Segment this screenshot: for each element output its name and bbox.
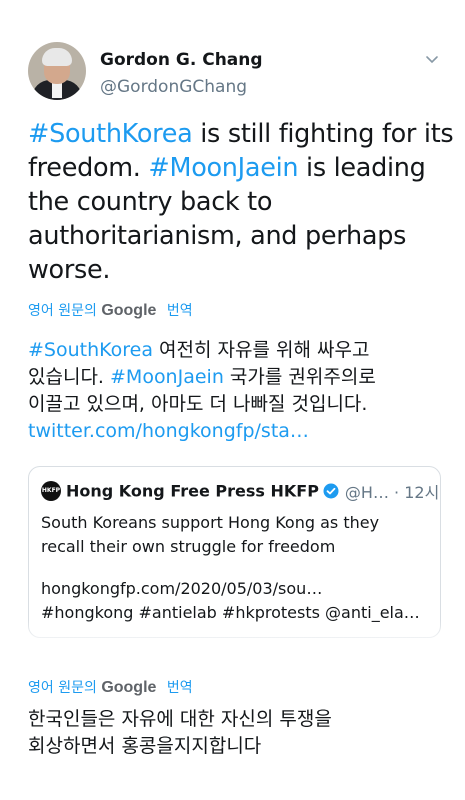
fade-overlay [0,620,465,650]
quoted-text-line: recall their own struggle for freedom [41,537,336,556]
author-handle[interactable]: @GordonGChang [100,77,247,97]
quoted-link[interactable]: hongkongfp.com/2020/05/03/sou… [41,577,436,601]
text-line: #SouthKorea is still fighting for its [28,117,454,151]
translation-attribution[interactable]: 영어 원문의 Google 번역 [28,300,193,320]
quoted-tweet-card[interactable]: HKFP Hong Kong Free Press HKFP @H… · 12시 S… [28,466,441,638]
hashtag-link[interactable]: #MoonJaein [110,366,224,388]
hashtag-link[interactable]: #MoonJaein [148,153,298,183]
text-segment: 여전히 자유를 위해 싸우고 [153,339,370,361]
text-segment: 국가를 권위주의로 [223,366,376,388]
text-segment: the country back to [28,187,273,217]
translated-tweet-text: #SouthKorea 여전히 자유를 위해 싸우고 있습니다. #MoonJae… [28,337,448,445]
chevron-down-icon[interactable] [424,54,440,66]
text-segment: is leading [298,153,426,183]
translation-suffix: 번역 [166,680,193,696]
translation-prefix: 영어 원문의 [28,303,97,319]
hashtag-link[interactable]: #SouthKorea [28,119,193,149]
text-line: freedom. #MoonJaein is leading [28,151,448,185]
hashtag-link[interactable]: #SouthKorea [28,339,153,361]
author-name[interactable]: Gordon G. Chang [100,50,263,70]
google-logo: Google [101,679,157,696]
text-segment: 있습니다. [28,366,110,388]
text-segment: 이끌고 있으며, 아마도 더 나빠질 것입니다. [28,393,368,415]
text-segment: worse. [28,255,111,285]
quoted-translated-line: 회상하면서 홍콩을지지합니다 [28,735,262,757]
text-line: the country back to [28,185,448,219]
text-line: #SouthKorea 여전히 자유를 위해 싸우고 [28,337,448,364]
translation-prefix: 영어 원문의 [28,680,97,696]
text-segment: freedom. [28,153,149,183]
hkfp-avatar[interactable]: HKFP [41,481,61,501]
quoted-handle[interactable]: @H… [345,483,389,502]
text-line: 있습니다. #MoonJaein 국가를 권위주의로 [28,364,448,391]
verified-badge-icon [323,483,339,499]
separator-dot: · [394,483,400,502]
quoted-author-name[interactable]: Hong Kong Free Press HKFP [66,482,319,501]
google-logo: Google [101,302,157,319]
quoted-translated-line: 한국인들은 자유에 대한 자신의 투쟁을 [28,708,332,730]
text-line: 이끌고 있으며, 아마도 더 나빠질 것입니다. [28,391,448,418]
tweet-text: #SouthKorea is still fighting for its fre… [28,117,454,287]
text-segment: authoritarianism, and perhaps [28,221,407,251]
quoted-timestamp[interactable]: 12시 [404,483,439,502]
quoted-text-line: South Koreans support Hong Kong as they [41,513,380,532]
translation-suffix: 번역 [166,303,193,319]
text-line: worse. [28,253,448,287]
url-link[interactable]: twitter.com/hongkongfp/sta… [28,420,309,442]
text-line: twitter.com/hongkongfp/sta… [28,418,448,445]
quoted-translation-attribution[interactable]: 영어 원문의 Google 번역 [28,677,193,697]
author-avatar[interactable] [28,42,86,100]
text-segment: is still fighting for its [192,119,454,149]
quoted-translated-text: 한국인들은 자유에 대한 자신의 투쟁을 회상하면서 홍콩을지지합니다 [28,706,332,760]
text-line: authoritarianism, and perhaps [28,219,448,253]
